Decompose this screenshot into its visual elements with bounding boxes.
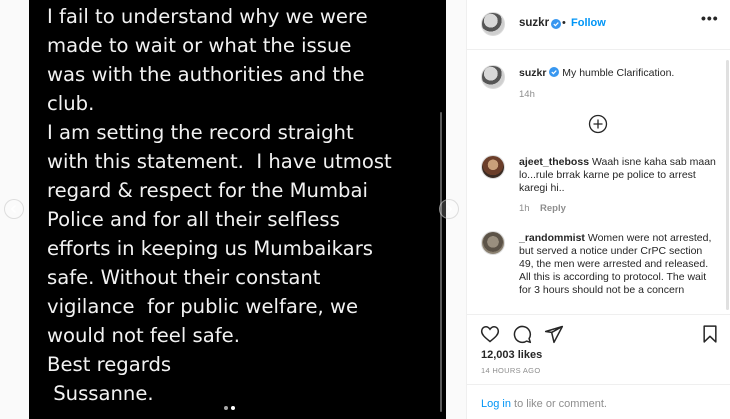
carousel-dot-active [231,406,235,410]
follow-button[interactable]: Follow [571,17,606,29]
like-heart-icon[interactable] [480,324,500,344]
post-image-text: I fail to understand why we were made to … [47,2,442,408]
post-image-line: vigilance for public welfare, we [47,295,359,318]
caption-avatar[interactable] [481,65,505,89]
comment-username[interactable]: ajeet_theboss [519,156,589,168]
caption: suzkr My humble Clarification. [519,67,719,80]
chevron-right-icon [446,204,453,214]
posted-time: 14 HOURS AGO [481,366,541,375]
comment: ajeet_theboss Waah isne kaha sab maan lo… [519,156,719,195]
post-image-line: I am setting the record straight [47,121,354,144]
likes-count[interactable]: 12,003 likes [481,349,542,361]
save-bookmark-icon[interactable] [700,324,720,344]
comment-bubble-icon[interactable] [512,324,532,344]
login-suffix: to like or comment. [514,398,607,410]
share-send-icon[interactable] [544,324,564,344]
header-separator: • [562,17,566,29]
chevron-left-icon [10,204,17,214]
post-image-line: would not feel safe. [47,324,240,347]
post-image-line: was with the authorities and the [47,63,365,86]
comments-area: suzkr My humble Clarification. 14h ajeet… [467,51,730,314]
carousel-dot [224,406,228,410]
post-image-line: Sussanne. [47,382,154,405]
image-scroll-line [440,112,442,412]
caption-time: 14h [519,89,535,100]
login-prompt: Log in to like or comment. [481,398,607,410]
post-image-line: made to wait or what the issue [47,34,352,57]
post-image-line: safe. Without their constant [47,266,321,289]
post-side-panel: suzkr • Follow ••• suzkr My humble Clari… [466,0,730,419]
post-image-line: Police and for all their selfless [47,208,340,231]
post-header: suzkr • Follow ••• [467,0,730,50]
login-bar: Log in to like or comment. [467,384,730,419]
likes-word: likes [517,349,543,361]
post-image-line: efforts in keeping us Mumbaikars [47,237,373,260]
post-image-line: regard & respect for the Mumbai [47,179,368,202]
comment-avatar[interactable] [481,231,505,255]
likes-number: 12,003 [481,349,515,361]
load-more-comments-icon[interactable] [588,114,608,134]
comments-scrollbar[interactable] [726,60,729,310]
instagram-post-modal: I fail to understand why we were made to … [0,0,730,419]
next-image-button[interactable] [439,199,459,219]
verified-badge-icon [551,19,561,29]
comment-time: 1h [519,203,530,214]
carousel-indicator [224,406,235,410]
post-image-line: Best regards [47,353,172,376]
comment: _randommist Women were not arrested, but… [519,232,719,297]
post-image-line: club. [47,92,95,115]
author-avatar[interactable] [481,12,505,36]
verified-badge-icon [549,67,560,77]
more-options-icon[interactable]: ••• [701,10,719,26]
reply-button[interactable]: Reply [540,203,566,214]
post-image: I fail to understand why we were made to … [29,0,446,419]
previous-image-button[interactable] [4,199,24,219]
caption-text: My humble Clarification. [562,67,675,79]
post-actions: 12,003 likes 14 HOURS AGO [467,314,730,384]
comment-avatar[interactable] [481,155,505,179]
login-link[interactable]: Log in [481,398,511,410]
post-media-area: I fail to understand why we were made to … [0,0,466,419]
post-image-line: with this statement. I have utmost [47,150,392,173]
post-image-line: I fail to understand why we were [47,5,368,28]
caption-username[interactable]: suzkr [519,67,546,79]
author-username[interactable]: suzkr [519,17,549,29]
comment-username[interactable]: _randommist [519,232,585,244]
